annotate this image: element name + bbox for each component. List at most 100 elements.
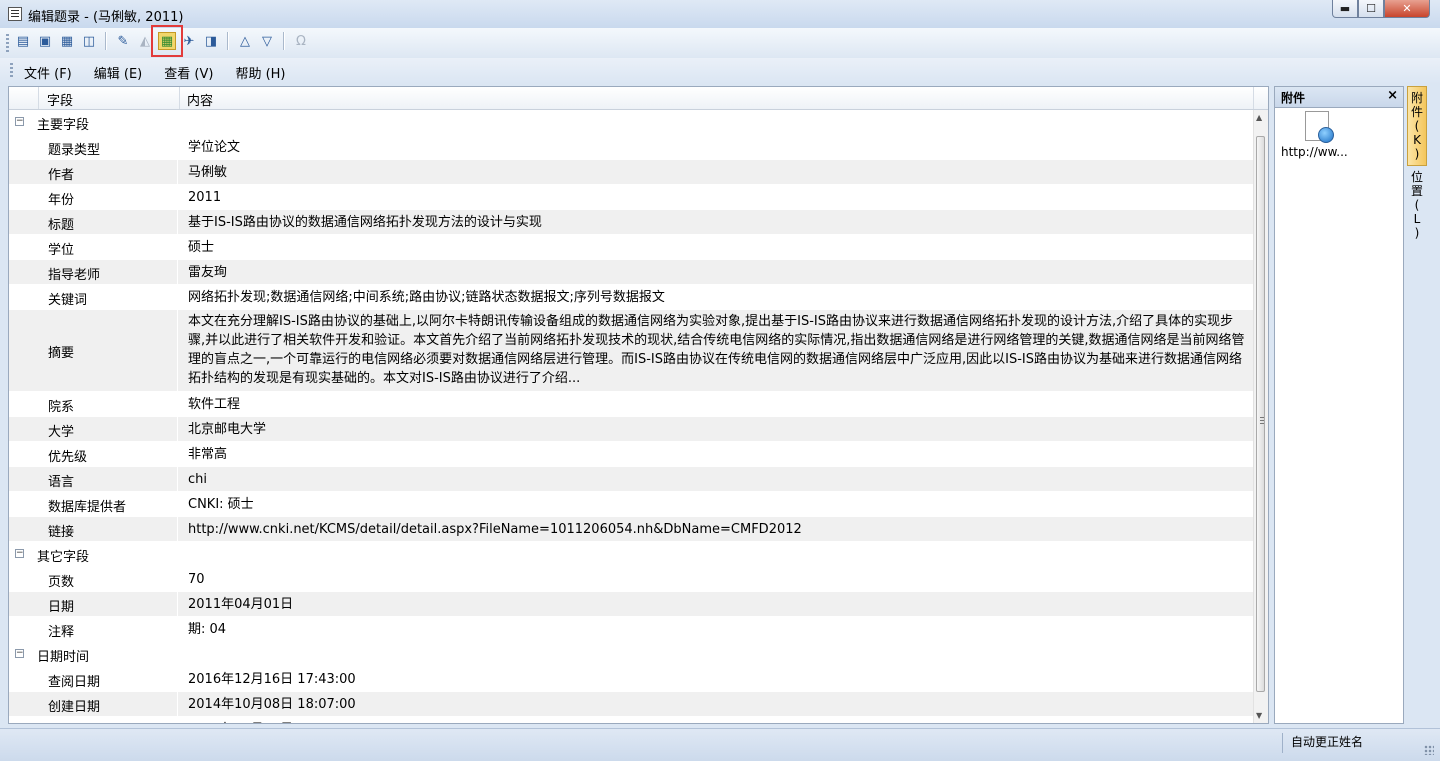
toolbar-grip[interactable] <box>6 34 9 52</box>
field-name: 日期 <box>39 592 178 616</box>
save-icon[interactable]: ▣ <box>36 32 54 50</box>
field-row[interactable]: 摘要 本文在充分理解IS-IS路由协议的基础上,以阿尔卡特朗讯传输设备组成的数据通… <box>9 310 1254 392</box>
collapse-icon[interactable]: − <box>15 117 24 126</box>
vertical-scrollbar[interactable]: ▲ ▼ <box>1253 110 1268 723</box>
field-value[interactable]: 本文在充分理解IS-IS路由协议的基础上,以阿尔卡特朗讯传输设备组成的数据通信网… <box>179 310 1254 391</box>
field-value[interactable]: 学位论文 <box>179 135 1254 159</box>
scroll-down-icon[interactable]: ▼ <box>1256 711 1262 720</box>
group-label: 主要字段 <box>37 118 90 133</box>
field-name: 注释 <box>39 617 178 641</box>
field-value[interactable]: 软件工程 <box>179 392 1254 416</box>
group-row[interactable]: − 日期时间 <box>9 642 1254 667</box>
field-value[interactable]: http://www.cnki.net/KCMS/detail/detail.a… <box>179 517 1254 541</box>
save-as-icon[interactable]: ◫ <box>80 32 98 50</box>
group-label: 其它字段 <box>37 550 90 565</box>
group-label: 日期时间 <box>37 650 90 665</box>
column-divider <box>1253 87 1254 109</box>
layout-grid-icon[interactable]: ▦ <box>151 25 183 57</box>
header-content[interactable]: 内容 <box>187 90 213 109</box>
field-row[interactable]: 指导老师 雷友珣 <box>9 260 1254 285</box>
resize-grip-icon[interactable] <box>1424 745 1434 755</box>
field-value[interactable]: 基于IS-IS路由协议的数据通信网络拓扑发现方法的设计与实现 <box>179 210 1254 234</box>
minimize-button[interactable]: ▬ <box>1332 0 1358 18</box>
pin-icon[interactable]: ✈ <box>180 32 198 50</box>
scroll-thumb[interactable] <box>1256 136 1265 692</box>
toolbar: ▤ ▣ ▦ ◫ ✎ ◭ ▦ ✈ ◨ △ ▽ Ω <box>0 25 1440 58</box>
maximize-button[interactable]: ☐ <box>1358 0 1384 18</box>
field-row[interactable]: 关键词 网络拓扑发现;数据通信网络;中间系统;路由协议;链路状态数据报文;序列号数… <box>9 285 1254 310</box>
field-value[interactable]: 马俐敏 <box>179 160 1254 184</box>
next-record-icon[interactable]: ▽ <box>258 32 276 50</box>
window-controls: ▬ ☐ ✕ <box>1332 0 1430 18</box>
toolbar-separator <box>227 32 229 50</box>
side-tab-attachments[interactable]: 附件(K) <box>1407 86 1427 166</box>
field-value[interactable]: chi <box>179 467 1254 491</box>
group-row[interactable]: − 主要字段 <box>9 110 1254 135</box>
column-divider[interactable] <box>38 87 39 109</box>
field-row[interactable]: 作者 马俐敏 <box>9 160 1254 185</box>
scroll-up-icon[interactable]: ▲ <box>1256 113 1262 122</box>
side-tab-location[interactable]: 位置(L) <box>1407 166 1427 244</box>
field-row[interactable]: 语言 chi <box>9 467 1254 492</box>
field-value[interactable]: 2011年04月01日 <box>179 592 1254 616</box>
field-value[interactable]: 雷友珣 <box>179 260 1254 284</box>
field-name: 作者 <box>39 160 178 184</box>
field-value[interactable]: 70 <box>179 567 1254 591</box>
field-row[interactable]: 学位 硕士 <box>9 235 1254 260</box>
attachments-header: 附件 × <box>1275 87 1403 108</box>
status-text: 自动更正姓名 <box>1291 735 1364 749</box>
field-row[interactable]: 页数 70 <box>9 567 1254 592</box>
column-divider[interactable] <box>179 87 180 109</box>
book-icon[interactable]: ◨ <box>202 32 220 50</box>
field-value[interactable]: 2011 <box>179 185 1254 209</box>
field-name: 年份 <box>39 185 178 209</box>
close-button[interactable]: ✕ <box>1384 0 1430 18</box>
field-value[interactable]: 2016年12月16日 17:43:00 <box>179 667 1254 691</box>
field-row[interactable]: 查阅日期 2016年12月16日 17:43:00 <box>9 667 1254 692</box>
web-file-icon <box>1305 111 1334 143</box>
menu-view[interactable]: 查看 (V) <box>160 63 217 82</box>
field-row[interactable]: 日期 2011年04月01日 <box>9 592 1254 617</box>
field-row[interactable]: 编辑日期2016年12月16日 17:43:00 <box>9 717 1254 723</box>
menu-help[interactable]: 帮助 (H) <box>231 63 289 82</box>
field-value[interactable]: 期: 04 <box>179 617 1254 641</box>
menu-bar: 文件 (F) 编辑 (E) 查看 (V) 帮助 (H) <box>0 58 1440 84</box>
attachment-item[interactable]: http://ww... <box>1281 111 1391 159</box>
toolbar-separator <box>283 32 285 50</box>
field-row[interactable]: 题录类型 学位论文 <box>9 135 1254 160</box>
field-row[interactable]: 年份 2011 <box>9 185 1254 210</box>
new-record-icon[interactable]: ▤ <box>14 32 32 50</box>
field-row[interactable]: 院系 软件工程 <box>9 392 1254 417</box>
field-value[interactable]: 硕士 <box>179 235 1254 259</box>
menu-grip[interactable] <box>10 63 13 79</box>
field-value[interactable]: CNKI: 硕士 <box>179 492 1254 516</box>
field-row[interactable]: 链接 http://www.cnki.net/KCMS/detail/detail… <box>9 517 1254 542</box>
field-row[interactable]: 创建日期 2014年10月08日 18:07:00 <box>9 692 1254 717</box>
field-value[interactable]: 北京邮电大学 <box>179 417 1254 441</box>
header-field[interactable]: 字段 <box>47 90 73 109</box>
field-name: 链接 <box>39 517 178 541</box>
field-value[interactable]: 2016年12月16日 17:43:00 <box>179 717 1254 723</box>
field-row[interactable]: 大学 北京邮电大学 <box>9 417 1254 442</box>
field-row[interactable]: 优先级 非常高 <box>9 442 1254 467</box>
menu-file[interactable]: 文件 (F) <box>20 63 76 82</box>
clean-icon[interactable]: ✎ <box>114 32 132 50</box>
group-row[interactable]: − 其它字段 <box>9 542 1254 567</box>
prev-record-icon[interactable]: △ <box>236 32 254 50</box>
print-icon[interactable]: ▦ <box>58 32 76 50</box>
field-name: 大学 <box>39 417 178 441</box>
collapse-icon[interactable]: − <box>15 649 24 658</box>
collapse-icon[interactable]: − <box>15 549 24 558</box>
status-bar: 自动更正姓名 <box>0 728 1440 761</box>
field-name: 指导老师 <box>39 260 178 284</box>
field-value[interactable]: 非常高 <box>179 442 1254 466</box>
menu-edit[interactable]: 编辑 (E) <box>90 63 147 82</box>
field-row[interactable]: 标题 基于IS-IS路由协议的数据通信网络拓扑发现方法的设计与实现 <box>9 210 1254 235</box>
status-separator <box>1282 733 1283 753</box>
field-value[interactable]: 2014年10月08日 18:07:00 <box>179 692 1254 716</box>
field-row[interactable]: 注释 期: 04 <box>9 617 1254 642</box>
field-value[interactable]: 网络拓扑发现;数据通信网络;中间系统;路由协议;链路状态数据报文;序列号数据报文 <box>179 285 1254 309</box>
close-panel-icon[interactable]: × <box>1387 88 1398 103</box>
window-title: 编辑题录 - (马俐敏, 2011) <box>28 10 184 25</box>
field-row[interactable]: 数据库提供者 CNKI: 硕士 <box>9 492 1254 517</box>
